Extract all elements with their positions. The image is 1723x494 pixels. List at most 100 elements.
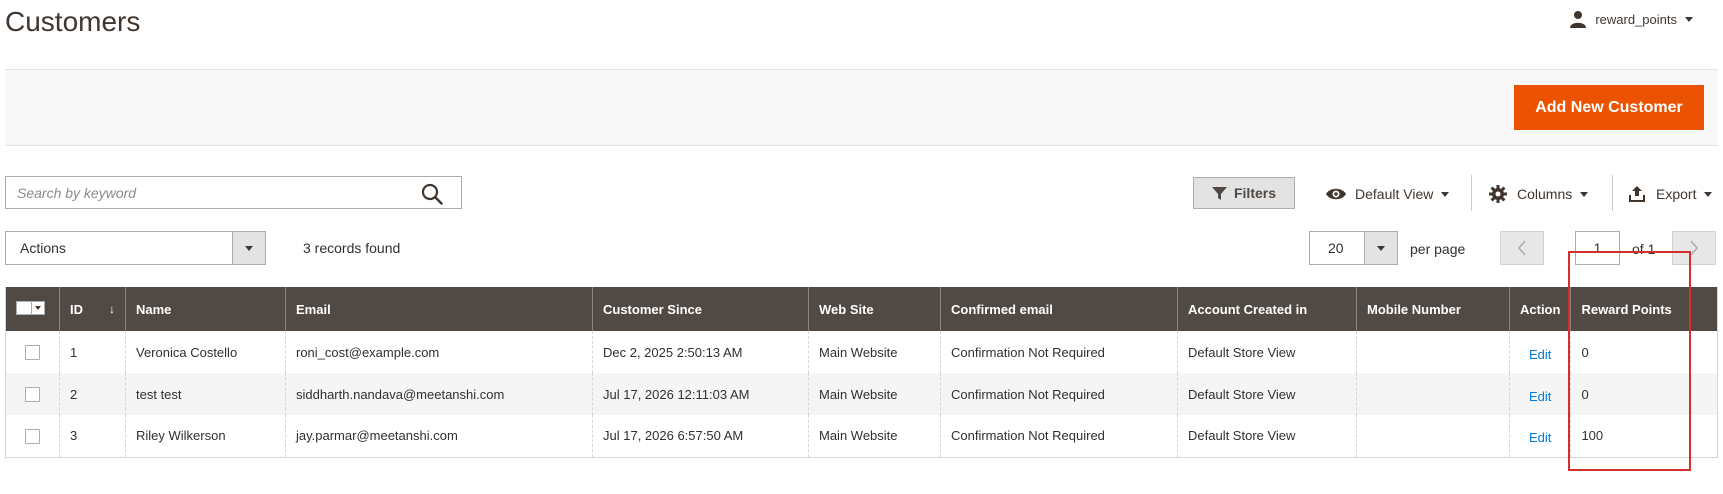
cell-website: Main Website bbox=[808, 415, 941, 458]
dropdown-toggle[interactable] bbox=[1364, 232, 1397, 264]
keyword-search bbox=[5, 176, 462, 209]
per-page-value: 20 bbox=[1328, 240, 1344, 256]
column-header-customer-since[interactable]: Customer Since bbox=[592, 287, 809, 331]
current-page-input[interactable] bbox=[1575, 231, 1620, 265]
cell-confirmed-email: Confirmation Not Required bbox=[940, 415, 1178, 458]
export-dropdown[interactable]: Export bbox=[1626, 180, 1713, 208]
cell-action: Edit bbox=[1508, 373, 1571, 415]
per-page-select[interactable]: 20 bbox=[1309, 231, 1398, 265]
export-label: Export bbox=[1656, 186, 1697, 202]
page-title: Customers bbox=[5, 6, 141, 37]
user-name: reward_points bbox=[1595, 11, 1677, 27]
cell-email: siddharth.nandava@meetanshi.com bbox=[285, 373, 593, 415]
row-checkbox[interactable] bbox=[25, 428, 40, 444]
cell-customer-since: Dec 2, 2025 2:50:13 AM bbox=[592, 331, 809, 373]
table-row[interactable]: 1 Veronica Costello roni_cost@example.co… bbox=[6, 331, 1718, 373]
filters-label: Filters bbox=[1233, 185, 1276, 201]
chevron-down-icon bbox=[245, 245, 253, 251]
row-select-cell bbox=[6, 331, 60, 373]
search-input[interactable] bbox=[6, 177, 406, 208]
cell-name: Veronica Costello bbox=[125, 331, 286, 373]
sort-down-arrow-icon: ↓ bbox=[109, 301, 115, 316]
next-page-button[interactable] bbox=[1672, 231, 1716, 265]
column-header-website[interactable]: Web Site bbox=[808, 287, 941, 331]
chevron-down-icon bbox=[1685, 16, 1693, 22]
chevron-down-icon bbox=[1377, 245, 1385, 251]
column-header-confirmed-email[interactable]: Confirmed email bbox=[940, 287, 1178, 331]
gear-icon bbox=[1489, 185, 1507, 203]
cell-id: 3 bbox=[59, 415, 126, 458]
records-count: 3 records found bbox=[303, 240, 401, 256]
customers-grid: ID ↓ Name Email Customer Since Web Site C… bbox=[5, 287, 1718, 458]
column-header-id[interactable]: ID ↓ bbox=[59, 287, 126, 331]
toolbar-divider bbox=[1471, 175, 1472, 211]
previous-page-button[interactable] bbox=[1500, 231, 1544, 265]
chevron-left-icon bbox=[1517, 240, 1526, 256]
mass-actions-label: Actions bbox=[20, 240, 66, 256]
page-actions-bar: Add New Customer bbox=[5, 69, 1718, 146]
chevron-down-icon bbox=[1441, 191, 1450, 197]
columns-label: Columns bbox=[1517, 186, 1573, 202]
cell-name: test test bbox=[125, 373, 286, 415]
cell-id: 2 bbox=[59, 373, 126, 415]
mass-actions-dropdown[interactable]: Actions bbox=[5, 231, 266, 265]
cell-name: Riley Wilkerson bbox=[125, 415, 286, 458]
cell-account-created-in: Default Store View bbox=[1177, 331, 1357, 373]
chevron-down-icon bbox=[1580, 191, 1589, 197]
cell-mobile-number bbox=[1356, 331, 1510, 373]
search-icon[interactable] bbox=[421, 183, 443, 205]
dropdown-toggle[interactable] bbox=[232, 232, 265, 264]
cell-customer-since: Jul 17, 2026 12:11:03 AM bbox=[592, 373, 809, 415]
select-all-header[interactable] bbox=[5, 287, 60, 331]
column-header-email[interactable]: Email bbox=[285, 287, 593, 331]
cell-reward-points: 100 bbox=[1570, 415, 1718, 458]
mass-select-checkbox[interactable] bbox=[16, 301, 45, 315]
default-view-label: Default View bbox=[1355, 186, 1434, 202]
user-icon bbox=[1570, 11, 1587, 28]
table-row[interactable]: 2 test test siddharth.nandava@meetanshi.… bbox=[5, 373, 1718, 415]
eye-icon bbox=[1326, 188, 1346, 200]
cell-action: Edit bbox=[1508, 415, 1571, 458]
column-header-reward-points[interactable]: Reward Points bbox=[1570, 287, 1718, 331]
cell-reward-points: 0 bbox=[1570, 331, 1718, 373]
cell-confirmed-email: Confirmation Not Required bbox=[940, 373, 1178, 415]
chevron-down-icon bbox=[1704, 191, 1713, 197]
export-icon bbox=[1629, 186, 1645, 202]
filter-icon bbox=[1211, 186, 1227, 200]
cell-account-created-in: Default Store View bbox=[1177, 415, 1357, 458]
row-checkbox[interactable] bbox=[25, 387, 40, 403]
edit-link[interactable]: Edit bbox=[1529, 430, 1551, 445]
per-page-label: per page bbox=[1410, 241, 1466, 257]
cell-account-created-in: Default Store View bbox=[1177, 373, 1357, 415]
column-header-account-created-in[interactable]: Account Created in bbox=[1177, 287, 1357, 331]
default-view-dropdown[interactable]: Default View bbox=[1325, 180, 1450, 208]
cell-customer-since: Jul 17, 2026 6:57:50 AM bbox=[592, 415, 809, 458]
add-new-customer-button[interactable]: Add New Customer bbox=[1514, 85, 1704, 130]
grid-header-row: ID ↓ Name Email Customer Since Web Site C… bbox=[5, 287, 1718, 331]
cell-id: 1 bbox=[59, 331, 126, 373]
row-select-cell bbox=[5, 415, 60, 458]
chevron-down-icon bbox=[35, 306, 41, 310]
cell-action: Edit bbox=[1508, 331, 1571, 373]
columns-dropdown[interactable]: Columns bbox=[1487, 180, 1589, 208]
total-pages-label: of 1 bbox=[1632, 241, 1656, 257]
cell-mobile-number bbox=[1356, 373, 1510, 415]
row-select-cell bbox=[5, 373, 60, 415]
column-header-name[interactable]: Name bbox=[125, 287, 286, 331]
cell-reward-points: 0 bbox=[1570, 373, 1718, 415]
table-row[interactable]: 3 Riley Wilkerson jay.parmar@meetanshi.c… bbox=[5, 415, 1718, 458]
column-header-action: Action bbox=[1508, 287, 1571, 331]
edit-link[interactable]: Edit bbox=[1529, 347, 1551, 362]
cell-website: Main Website bbox=[808, 331, 941, 373]
edit-link[interactable]: Edit bbox=[1529, 389, 1551, 404]
cell-website: Main Website bbox=[808, 373, 941, 415]
column-header-mobile-number[interactable]: Mobile Number bbox=[1356, 287, 1510, 331]
user-account-menu[interactable]: reward_points bbox=[1569, 10, 1693, 28]
chevron-right-icon bbox=[1690, 240, 1699, 256]
cell-mobile-number bbox=[1356, 415, 1510, 458]
cell-email: roni_cost@example.com bbox=[285, 331, 593, 373]
row-checkbox[interactable] bbox=[25, 345, 40, 361]
filters-button[interactable]: Filters bbox=[1193, 177, 1295, 209]
cell-email: jay.parmar@meetanshi.com bbox=[285, 415, 593, 458]
cell-confirmed-email: Confirmation Not Required bbox=[940, 331, 1178, 373]
